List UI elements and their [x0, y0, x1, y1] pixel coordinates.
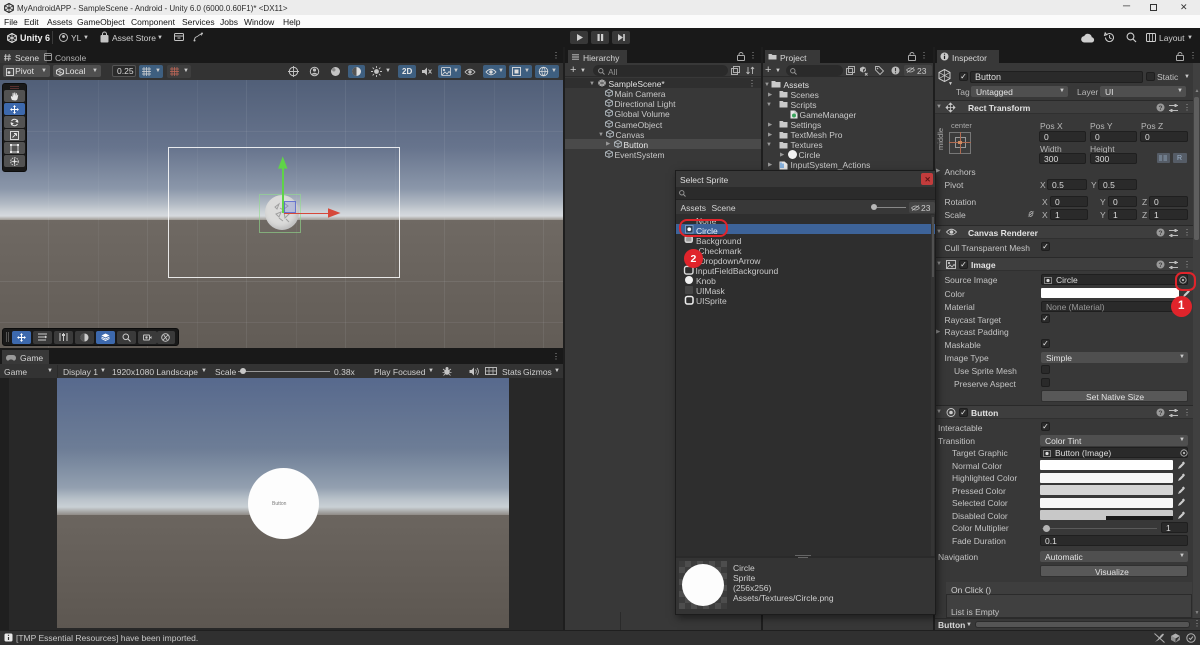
- svg-text:?: ?: [1159, 230, 1163, 237]
- svg-text:?: ?: [1159, 410, 1163, 417]
- svg-text:?: ?: [1159, 105, 1163, 112]
- svg-text:?: ?: [1159, 262, 1163, 269]
